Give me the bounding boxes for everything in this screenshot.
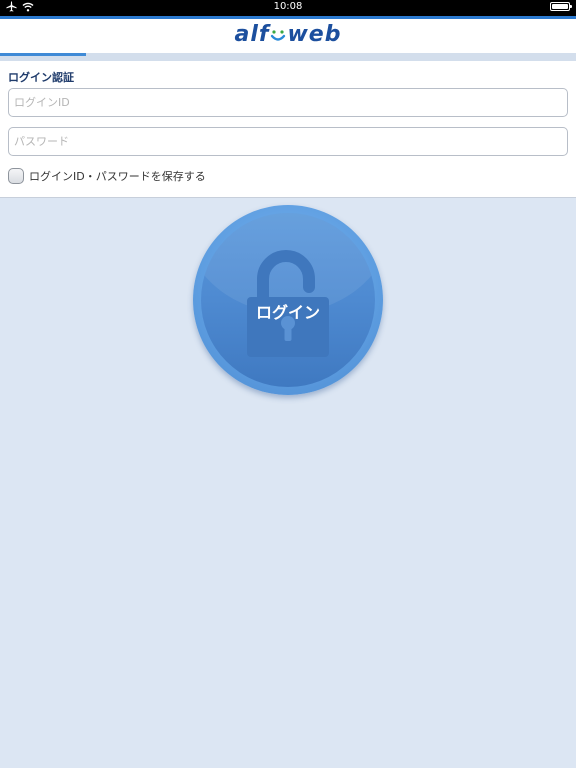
battery-icon (550, 2, 572, 11)
section-title: ログイン認証 (8, 71, 74, 84)
remember-row[interactable]: ログインID・パスワードを保存する (8, 168, 206, 184)
status-time: 10:08 (273, 1, 303, 12)
login-button-face: ログイン (201, 213, 375, 387)
app-header: alf web (0, 19, 576, 53)
login-button[interactable]: ログイン (193, 205, 383, 395)
login-button-label: ログイン (255, 303, 320, 322)
status-bar: 10:08 (0, 0, 576, 16)
status-right (550, 2, 572, 11)
remember-checkbox[interactable] (8, 168, 24, 184)
alfweb-logo: alf web (234, 22, 342, 47)
remember-label: ログインID・パスワードを保存する (29, 170, 206, 183)
login-id-input[interactable] (8, 88, 568, 117)
progress-track (0, 53, 576, 61)
progress-fill (0, 53, 86, 56)
password-input[interactable] (8, 127, 568, 156)
smile-icon (271, 30, 286, 41)
login-form-panel: ログイン認証 ログインID・パスワードを保存する (0, 61, 576, 198)
